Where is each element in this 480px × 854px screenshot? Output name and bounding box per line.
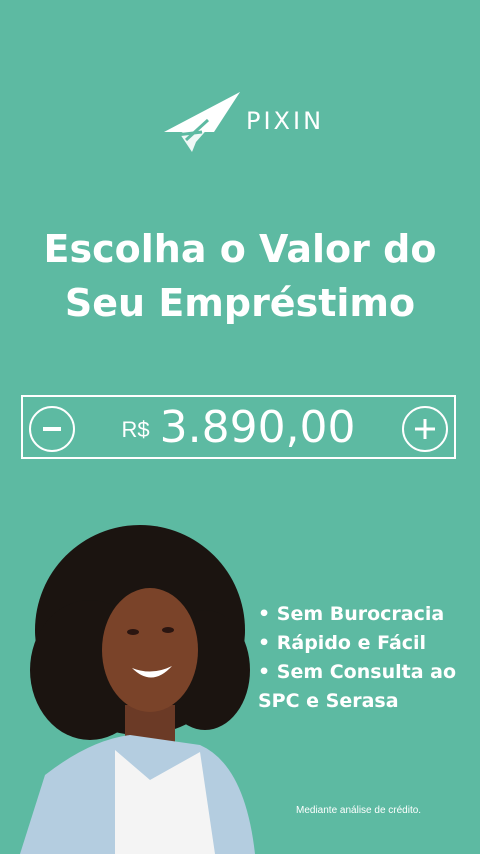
brand-logo: PIXIN	[162, 90, 324, 152]
disclaimer-text: Mediante análise de crédito.	[296, 805, 422, 816]
currency-label: R$	[121, 417, 150, 442]
loan-amount-stepper: R$ 3.890,00	[21, 395, 456, 459]
benefit-item: SPC e Serasa	[258, 690, 399, 712]
brand-name: PIXIN	[246, 107, 325, 135]
amount-display: R$ 3.890,00	[23, 397, 454, 457]
increase-amount-button[interactable]	[402, 406, 448, 452]
benefit-item: • Rápido e Fácil	[258, 632, 427, 654]
page-title: Escolha o Valor do Seu Empréstimo	[0, 222, 480, 330]
benefit-item: • Sem Consulta ao	[258, 661, 457, 683]
headline-line-2: Seu Empréstimo	[64, 281, 416, 325]
benefits-list: • Sem Burocracia • Rápido e Fácil • Sem …	[258, 600, 473, 716]
paper-plane-icon	[164, 92, 240, 152]
headline-line-1: Escolha o Valor do	[43, 227, 437, 271]
woman-photo	[20, 525, 255, 854]
plus-icon	[415, 419, 435, 439]
amount-value: 3.890,00	[159, 401, 356, 453]
benefit-item: • Sem Burocracia	[258, 603, 445, 625]
